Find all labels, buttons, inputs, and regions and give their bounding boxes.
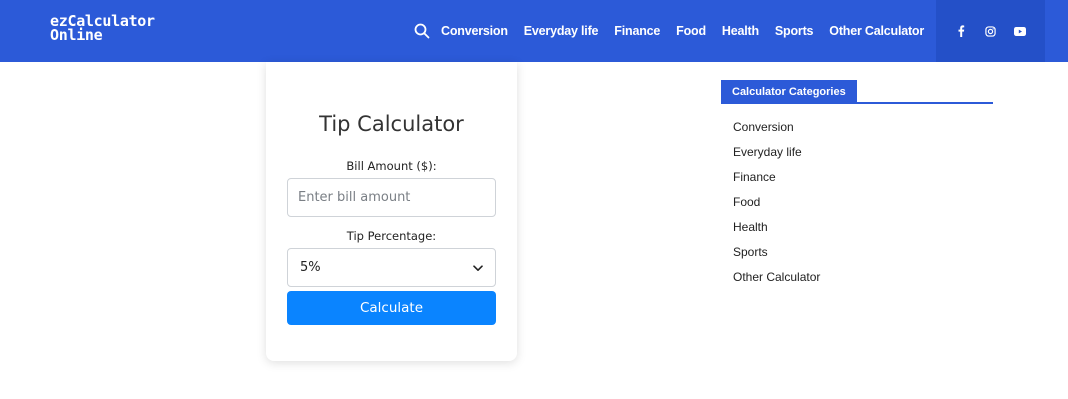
category-link-finance[interactable]: Finance [733,170,993,195]
instagram-icon[interactable] [982,23,998,39]
logo-line-2: Online [50,26,103,44]
category-link-other-calculator[interactable]: Other Calculator [733,270,993,295]
nav-item-food[interactable]: Food [676,24,706,38]
category-link-health[interactable]: Health [733,220,993,245]
calculate-button[interactable]: Calculate [287,291,496,325]
chevron-down-icon [473,259,483,277]
social-links [936,0,1045,62]
nav-item-finance[interactable]: Finance [614,24,660,38]
facebook-icon[interactable] [953,23,969,39]
bill-amount-label: Bill Amount ($): [346,159,437,173]
nav-item-everyday-life[interactable]: Everyday life [524,24,599,38]
categories-header: Calculator Categories [721,80,993,104]
category-link-sports[interactable]: Sports [733,245,993,270]
nav-item-health[interactable]: Health [722,24,759,38]
nav-item-sports[interactable]: Sports [775,24,814,38]
site-logo[interactable]: ezCalculator Online [50,14,155,44]
youtube-icon[interactable] [1012,23,1028,39]
tip-percentage-label: Tip Percentage: [346,229,437,243]
tip-calculator-card: Tip Calculator Bill Amount ($): Tip Perc… [266,62,517,361]
main-nav: Conversion Everyday life Finance Food He… [413,0,940,62]
bill-amount-input[interactable] [287,178,496,217]
search-icon[interactable] [413,22,431,40]
tip-percentage-select[interactable]: 5% [287,248,496,287]
category-list: Conversion Everyday life Finance Food He… [721,120,993,295]
category-link-food[interactable]: Food [733,195,993,220]
nav-item-conversion[interactable]: Conversion [441,24,508,38]
categories-heading: Calculator Categories [721,80,857,103]
category-link-conversion[interactable]: Conversion [733,120,993,145]
site-header: ezCalculator Online Conversion Everyday … [0,0,1068,62]
category-link-everyday-life[interactable]: Everyday life [733,145,993,170]
categories-sidebar: Calculator Categories Conversion Everyda… [721,80,993,295]
tip-percentage-value: 5% [300,260,321,275]
nav-item-other-calculator[interactable]: Other Calculator [829,24,924,38]
calculator-title: Tip Calculator [319,112,464,136]
